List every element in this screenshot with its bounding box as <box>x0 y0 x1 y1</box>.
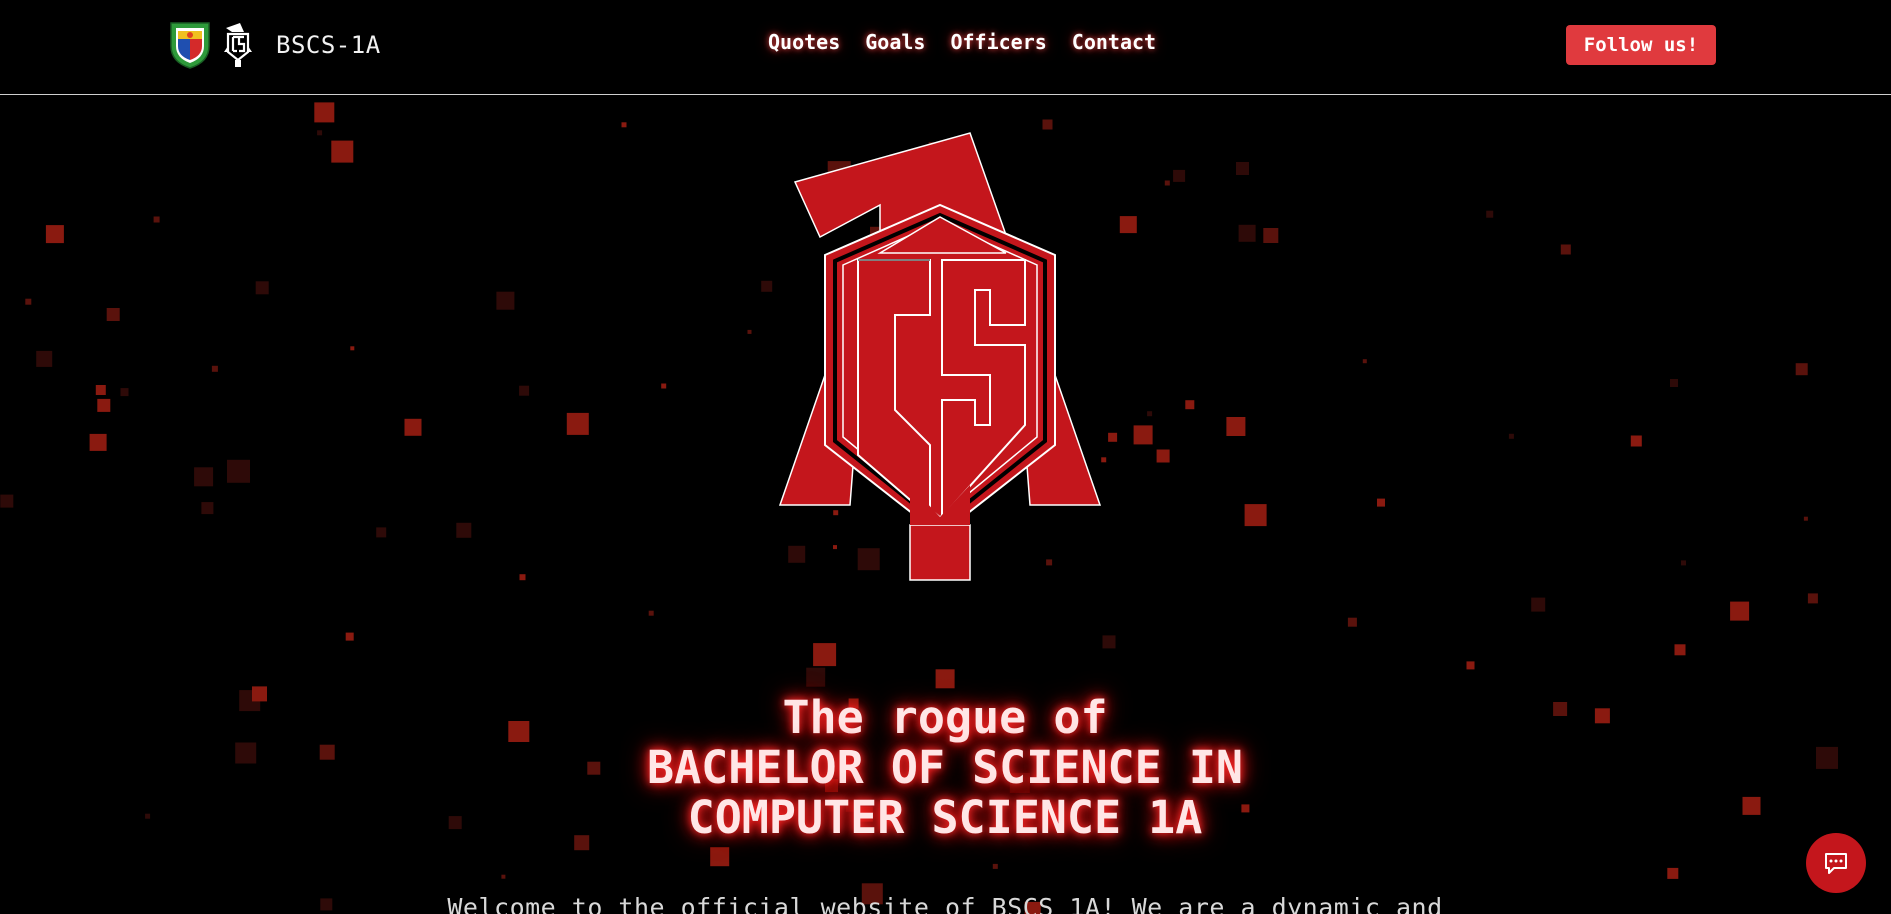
particle <box>621 122 627 128</box>
nav-goals[interactable]: Goals <box>865 30 925 54</box>
particle <box>194 467 214 487</box>
particle <box>227 459 250 483</box>
particle <box>1560 244 1571 255</box>
particle <box>1147 411 1153 417</box>
particle <box>1236 162 1249 175</box>
particle <box>1164 180 1170 186</box>
particle <box>95 385 106 395</box>
particle <box>648 610 654 616</box>
particle <box>1362 359 1367 364</box>
particle <box>1173 169 1186 182</box>
particle <box>1816 746 1838 769</box>
particle <box>1807 593 1818 604</box>
particle <box>317 130 323 136</box>
navbar: BSCS-1A Quotes Goals Officers Contact Fo… <box>0 0 1891 95</box>
nav-contact[interactable]: Contact <box>1072 30 1156 54</box>
particle <box>661 383 667 389</box>
particle <box>252 686 267 702</box>
particle <box>1742 796 1761 815</box>
particle <box>1531 597 1546 612</box>
particle <box>89 433 107 451</box>
particle <box>496 291 515 310</box>
particle <box>1377 498 1385 507</box>
particle <box>97 398 111 412</box>
particle <box>1508 433 1514 439</box>
nav-officers[interactable]: Officers <box>950 30 1046 54</box>
hero-title-line-3: COMPUTER SCIENCE 1A <box>687 791 1203 844</box>
particle <box>314 102 335 123</box>
particle <box>519 574 526 581</box>
particle <box>255 281 269 295</box>
page: BSCS-1A Quotes Goals Officers Contact Fo… <box>0 0 1891 914</box>
particle <box>153 216 160 223</box>
particle <box>120 388 129 397</box>
particle <box>1674 644 1686 656</box>
particle <box>25 298 32 305</box>
chat-bubble-icon <box>1825 853 1847 874</box>
cs-hero-logo <box>778 132 1102 581</box>
particle <box>1594 708 1610 724</box>
particle <box>319 744 335 760</box>
particle <box>350 346 355 351</box>
particle <box>1486 210 1494 218</box>
particle <box>747 329 752 334</box>
particle <box>235 742 257 764</box>
particle <box>1670 379 1678 387</box>
university-seal-icon <box>170 22 210 69</box>
nav-quotes[interactable]: Quotes <box>768 30 840 54</box>
particle <box>211 365 218 372</box>
particle <box>935 669 955 689</box>
particle <box>106 308 120 321</box>
particle <box>992 863 998 869</box>
particle <box>0 494 14 508</box>
particle <box>1185 400 1195 410</box>
particle <box>1667 867 1679 879</box>
follow-us-button[interactable]: Follow us! <box>1566 25 1716 65</box>
particle <box>1226 417 1246 436</box>
particle <box>1156 449 1170 463</box>
hero-title-line-1: The rogue of <box>782 691 1108 744</box>
particle <box>1681 560 1686 566</box>
chat-button[interactable] <box>1806 833 1866 893</box>
particle <box>1102 635 1116 649</box>
particle <box>501 874 506 879</box>
particle <box>456 522 472 538</box>
particle <box>36 350 53 367</box>
particle <box>1263 228 1279 243</box>
particle <box>1244 504 1267 527</box>
particle <box>1466 661 1475 670</box>
particle <box>404 418 422 436</box>
particle <box>145 813 151 819</box>
brand[interactable]: BSCS-1A <box>168 20 381 70</box>
particle <box>1119 216 1137 234</box>
hero-title-line-2: BACHELOR OF SCIENCE IN <box>646 741 1244 794</box>
particle <box>519 385 530 396</box>
particle <box>710 847 730 867</box>
particle <box>1803 516 1808 521</box>
hero-title: The rogue of BACHELOR OF SCIENCE IN COMP… <box>445 693 1445 843</box>
particle <box>566 412 589 435</box>
particle <box>1730 601 1750 621</box>
particle <box>345 632 354 641</box>
site-name: BSCS-1A <box>276 31 381 59</box>
particle <box>376 527 387 538</box>
particle <box>1238 224 1256 242</box>
particle <box>320 898 333 911</box>
cs-logo-icon <box>224 23 252 67</box>
particle <box>1553 702 1568 716</box>
particle <box>1347 617 1357 627</box>
particle <box>201 502 214 515</box>
main-nav: Quotes Goals Officers Contact <box>768 30 1181 54</box>
particle <box>331 140 354 163</box>
hero-description: Welcome to the official website of BSCS … <box>447 893 1443 914</box>
particle <box>806 667 826 687</box>
particle <box>813 643 837 667</box>
particle <box>1630 435 1642 447</box>
particle <box>1795 363 1808 376</box>
particle <box>1133 425 1153 445</box>
particle <box>45 225 64 244</box>
